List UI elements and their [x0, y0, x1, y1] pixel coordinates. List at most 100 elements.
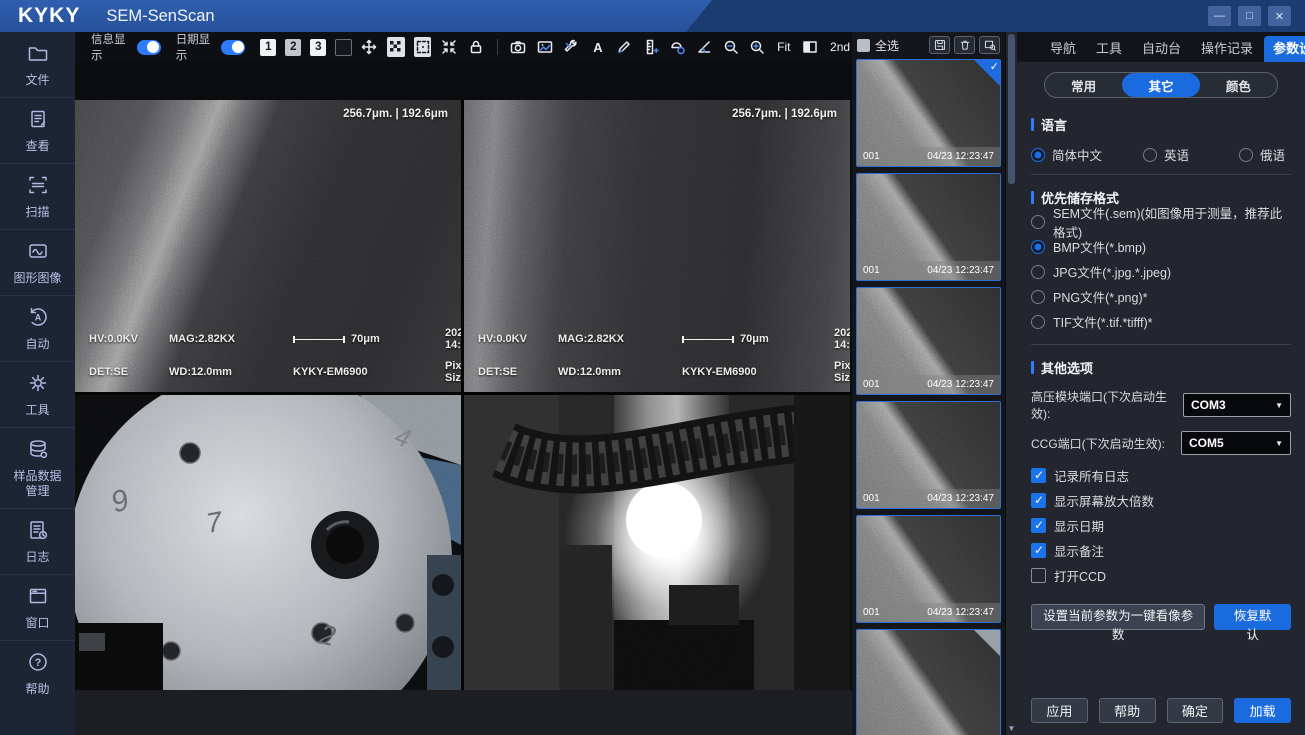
sidebar-item-window[interactable]: 窗口	[0, 575, 75, 641]
svg-text:?: ?	[34, 657, 41, 669]
format-option-sem[interactable]: SEM文件(.sem)(如图像用于测量，推荐此格式)	[1031, 207, 1291, 240]
preview-icon[interactable]	[979, 36, 1000, 54]
checkbox-icon	[1031, 568, 1046, 583]
folder-icon	[27, 42, 49, 69]
checkbox-show-remarks[interactable]: 显示备注	[1031, 538, 1291, 563]
auto-icon: A	[27, 306, 49, 333]
select-all-checkbox[interactable]	[857, 38, 870, 52]
sem-view-1[interactable]: 256.7μm. | 192.6μm HV:0.0KV MAG:2.82KX 7…	[75, 100, 461, 392]
maximize-button[interactable]: □	[1238, 6, 1261, 26]
section-marker	[1031, 118, 1034, 131]
date-display-toggle[interactable]	[221, 39, 246, 55]
thumbnail-item[interactable]: 001 04/23 12:23:47	[856, 287, 1001, 395]
protractor-icon[interactable]	[669, 37, 687, 57]
restore-defaults-button[interactable]: 恢复默认	[1214, 604, 1291, 642]
stage-camera-view[interactable]: 9 7 2 1 4	[75, 395, 461, 690]
help-button[interactable]: 帮助	[1098, 698, 1156, 723]
language-options: 简体中文 英语 俄语	[1031, 145, 1291, 164]
sidebar-item-label: 窗口	[25, 616, 50, 630]
language-option-ru[interactable]: 俄语	[1239, 145, 1285, 164]
radio-icon	[1031, 314, 1045, 329]
sidebar-item-sample-data[interactable]: 样品数据管理	[0, 428, 75, 509]
subtab-other[interactable]: 其它	[1122, 73, 1200, 97]
sidebar-item-help[interactable]: ? 帮助	[0, 641, 75, 706]
tab-parameter-settings[interactable]: 参数设置	[1264, 36, 1305, 62]
language-option-label: 英语	[1164, 149, 1190, 163]
checkbox-open-ccd[interactable]: 打开CCD	[1031, 563, 1291, 588]
selection-box-icon[interactable]	[413, 37, 432, 57]
thumbnail-time: 04/23 12:23:47	[927, 151, 994, 162]
checkbox-log-all[interactable]: 记录所有日志	[1031, 463, 1291, 488]
language-option-zh[interactable]: 简体中文	[1031, 145, 1143, 164]
checkbox-show-date[interactable]: 显示日期	[1031, 513, 1291, 538]
shrink-icon[interactable]	[440, 37, 458, 57]
format-option-jpg[interactable]: JPG文件(*.jpg.*.jpeg)	[1031, 259, 1291, 284]
language-option-en[interactable]: 英语	[1143, 145, 1239, 164]
zoom-in-icon[interactable]	[749, 37, 767, 57]
thumbnail-item[interactable]	[856, 629, 1001, 735]
adjust-tools-icon[interactable]	[563, 37, 581, 57]
scan-icon	[27, 174, 49, 201]
database-icon	[27, 438, 49, 465]
sidebar-item-view[interactable]: 查看	[0, 98, 75, 164]
split-view-icon[interactable]	[801, 37, 819, 57]
scroll-down-icon[interactable]: ▼	[1006, 724, 1017, 733]
format-option-bmp[interactable]: BMP文件(*.bmp)	[1031, 234, 1291, 259]
lock-icon[interactable]	[467, 37, 485, 57]
format-option-png[interactable]: PNG文件(*.png)*	[1031, 284, 1291, 309]
measure-ruler-icon[interactable]	[642, 37, 660, 57]
tab-autostage[interactable]: 自动台	[1133, 36, 1190, 62]
grid-pattern-icon[interactable]	[387, 37, 405, 57]
load-button[interactable]: 加载	[1234, 698, 1291, 723]
subtab-common[interactable]: 常用	[1045, 73, 1122, 97]
sidebar-item-graphics[interactable]: 图形图像	[0, 230, 75, 296]
hv-port-label: 高压模块端口(下次启动生效):	[1031, 390, 1167, 421]
thumbnail-item[interactable]: 001 04/23 12:23:47	[856, 173, 1001, 281]
save-image-icon[interactable]	[536, 37, 554, 57]
delete-icon[interactable]	[954, 36, 975, 54]
view-2-button[interactable]: 2	[285, 38, 302, 56]
thumbnail-item[interactable]: 001 04/23 12:23:47	[856, 515, 1001, 623]
sidebar-item-file[interactable]: 文件	[0, 32, 75, 98]
tab-operation-log[interactable]: 操作记录	[1192, 36, 1262, 62]
help-icon: ?	[27, 651, 49, 678]
set-oneclick-params-button[interactable]: 设置当前参数为一键看像参数	[1031, 604, 1206, 642]
chamber-camera-view[interactable]	[464, 395, 850, 690]
checkbox-show-screen-mag[interactable]: 显示屏幕放大倍数	[1031, 488, 1291, 513]
scrollbar-thumb[interactable]	[1008, 34, 1015, 184]
sidebar-item-auto[interactable]: A 自动	[0, 296, 75, 362]
ok-button[interactable]: 确定	[1166, 698, 1224, 723]
text-annotation-icon[interactable]: A	[589, 37, 607, 57]
view-1-button[interactable]: 1	[260, 38, 277, 56]
tab-tools[interactable]: 工具	[1087, 36, 1131, 62]
minimize-button[interactable]: —	[1208, 6, 1231, 26]
sidebar-item-scan[interactable]: 扫描	[0, 164, 75, 230]
apply-button[interactable]: 应用	[1031, 698, 1088, 723]
sidebar-item-tools[interactable]: 工具	[0, 362, 75, 428]
angle-measure-icon[interactable]	[695, 37, 713, 57]
hv-port-select[interactable]: COM3 ▼	[1183, 393, 1291, 417]
sidebar-item-log[interactable]: 日志	[0, 509, 75, 575]
move-expand-icon[interactable]	[361, 37, 379, 57]
ccg-port-select[interactable]: COM5 ▼	[1181, 431, 1291, 455]
panel-footer: 应用 帮助 确定 加载	[1031, 698, 1291, 727]
thumbnail-item[interactable]: 001 04/23 12:23:47	[856, 401, 1001, 509]
view-3-button[interactable]: 3	[310, 38, 327, 56]
zoom-out-icon[interactable]	[722, 37, 740, 57]
sidebar-item-label: 查看	[25, 139, 50, 153]
fit-button[interactable]: Fit	[775, 40, 792, 54]
save-icon[interactable]	[929, 36, 950, 54]
thumbnail-scrollbar[interactable]: ▼	[1005, 32, 1017, 735]
format-option-tif[interactable]: TIF文件(*.tif.*tifff)*	[1031, 309, 1291, 334]
second-display-button[interactable]: 2nd	[828, 40, 852, 54]
view-4-button[interactable]	[335, 38, 352, 56]
sem-view-2[interactable]: 256.7μm. | 192.6μm HV:0.0KV MAG:2.82KX 7…	[464, 100, 850, 392]
info-display-toggle[interactable]	[136, 39, 161, 55]
tab-navigation[interactable]: 导航	[1041, 36, 1085, 62]
pen-icon[interactable]	[616, 37, 634, 57]
thumbnail-item[interactable]: 001 04/23 12:23:47	[856, 59, 1001, 167]
divider	[1031, 174, 1291, 175]
subtab-color[interactable]: 颜色	[1200, 73, 1277, 97]
capture-camera-icon[interactable]	[509, 37, 527, 57]
close-button[interactable]: ✕	[1268, 6, 1291, 26]
